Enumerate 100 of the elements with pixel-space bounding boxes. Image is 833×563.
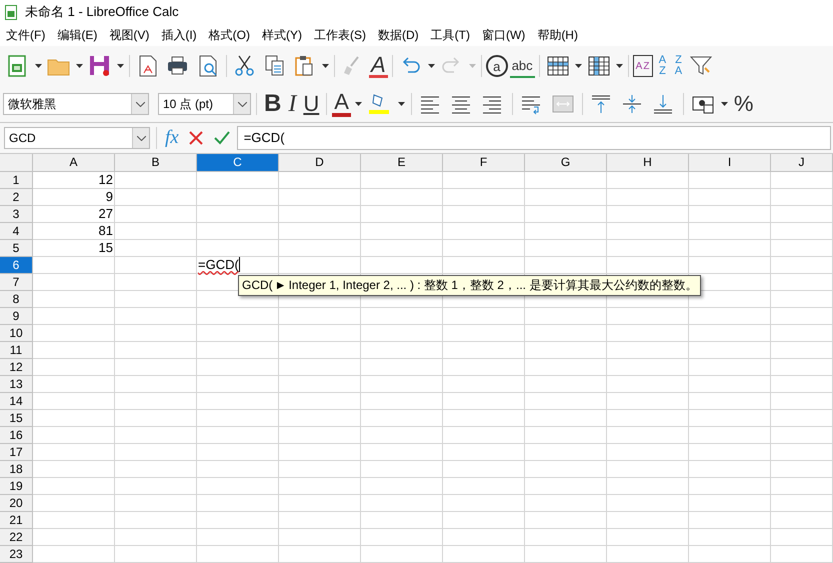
caret-icon[interactable] bbox=[117, 64, 124, 68]
table-cell[interactable] bbox=[33, 291, 115, 308]
font-size-box[interactable]: 10 点 (pt) bbox=[158, 93, 251, 115]
table-cell[interactable] bbox=[689, 427, 771, 444]
table-cell[interactable] bbox=[607, 172, 689, 189]
formula-input[interactable]: =GCD( bbox=[236, 126, 831, 150]
menu-item[interactable]: 帮助(H) bbox=[534, 24, 582, 46]
menu-item[interactable]: 格式(O) bbox=[206, 24, 254, 46]
table-cell[interactable] bbox=[607, 495, 689, 512]
table-cell[interactable] bbox=[361, 240, 443, 257]
table-cell[interactable] bbox=[115, 206, 197, 223]
table-cell[interactable] bbox=[689, 495, 771, 512]
table-cell[interactable] bbox=[689, 546, 771, 563]
row-header[interactable]: 23 bbox=[0, 546, 33, 563]
table-cell[interactable] bbox=[771, 325, 833, 342]
table-cell[interactable] bbox=[443, 546, 525, 563]
row-header[interactable]: 16 bbox=[0, 427, 33, 444]
table-cell[interactable] bbox=[33, 342, 115, 359]
highlighter-icon[interactable] bbox=[368, 92, 392, 116]
table-cell[interactable] bbox=[443, 223, 525, 240]
table-cell[interactable] bbox=[443, 427, 525, 444]
table-cell[interactable] bbox=[115, 529, 197, 546]
table-cell[interactable] bbox=[115, 223, 197, 240]
table-cell[interactable] bbox=[771, 376, 833, 393]
table-cell[interactable] bbox=[525, 342, 607, 359]
table-cell[interactable] bbox=[115, 325, 197, 342]
table-cell[interactable] bbox=[771, 274, 833, 291]
table-cell[interactable] bbox=[115, 172, 197, 189]
table-cell[interactable] bbox=[115, 308, 197, 325]
table-cell[interactable] bbox=[115, 546, 197, 563]
table-cell[interactable] bbox=[361, 512, 443, 529]
table-cell[interactable] bbox=[115, 427, 197, 444]
table-cell[interactable] bbox=[607, 342, 689, 359]
table-cell[interactable] bbox=[279, 325, 361, 342]
table-cell[interactable] bbox=[279, 376, 361, 393]
column-header[interactable]: E bbox=[361, 154, 443, 172]
chevron-down-icon[interactable] bbox=[136, 136, 146, 140]
table-cell[interactable] bbox=[689, 410, 771, 427]
table-cell[interactable] bbox=[361, 206, 443, 223]
table-cell[interactable] bbox=[771, 546, 833, 563]
row-header[interactable]: 4 bbox=[0, 223, 33, 240]
table-cell[interactable] bbox=[443, 189, 525, 206]
table-cell[interactable] bbox=[279, 512, 361, 529]
column-header[interactable]: G bbox=[525, 154, 607, 172]
table-cell[interactable] bbox=[443, 206, 525, 223]
table-cell[interactable] bbox=[33, 495, 115, 512]
menu-item[interactable]: 样式(Y) bbox=[258, 24, 306, 46]
table-cell[interactable] bbox=[279, 172, 361, 189]
table-cell[interactable] bbox=[33, 359, 115, 376]
font-name-box[interactable]: 微软雅黑 bbox=[3, 93, 149, 115]
accept-icon[interactable] bbox=[212, 129, 231, 147]
table-cell[interactable] bbox=[33, 376, 115, 393]
table-cell[interactable] bbox=[689, 257, 771, 274]
table-cell[interactable] bbox=[443, 240, 525, 257]
caret-icon[interactable] bbox=[574, 64, 582, 68]
menu-item[interactable]: 插入(I) bbox=[158, 24, 201, 46]
row-header[interactable]: 14 bbox=[0, 393, 33, 410]
table-cell[interactable] bbox=[115, 257, 197, 274]
table-cell[interactable] bbox=[443, 461, 525, 478]
table-cell[interactable] bbox=[197, 427, 279, 444]
table-cell[interactable] bbox=[443, 325, 525, 342]
caret-icon[interactable] bbox=[398, 102, 405, 106]
table-cell[interactable] bbox=[689, 240, 771, 257]
sort-button[interactable]: AZ bbox=[632, 55, 654, 77]
table-cell[interactable] bbox=[443, 444, 525, 461]
caret-icon[interactable] bbox=[322, 64, 329, 68]
table-cell[interactable] bbox=[525, 512, 607, 529]
table-cell[interactable] bbox=[197, 444, 279, 461]
table-cell[interactable] bbox=[771, 308, 833, 325]
table-cell[interactable] bbox=[197, 461, 279, 478]
table-cell[interactable] bbox=[361, 172, 443, 189]
table-cell[interactable] bbox=[33, 512, 115, 529]
table-cell[interactable] bbox=[607, 206, 689, 223]
table-cell[interactable] bbox=[33, 325, 115, 342]
table-cell[interactable] bbox=[361, 325, 443, 342]
caret-icon[interactable] bbox=[428, 64, 435, 68]
table-cell[interactable] bbox=[525, 393, 607, 410]
table-cell[interactable] bbox=[197, 529, 279, 546]
row-header[interactable]: 12 bbox=[0, 359, 33, 376]
table-cell[interactable] bbox=[361, 223, 443, 240]
table-cell[interactable] bbox=[443, 512, 525, 529]
row-header[interactable]: 18 bbox=[0, 461, 33, 478]
table-cell[interactable] bbox=[607, 325, 689, 342]
table-cell[interactable] bbox=[525, 461, 607, 478]
table-cell[interactable] bbox=[33, 529, 115, 546]
table-cell[interactable] bbox=[33, 546, 115, 563]
clear-formatting-button[interactable]: A bbox=[369, 54, 388, 78]
table-cell[interactable] bbox=[361, 495, 443, 512]
table-cell[interactable] bbox=[689, 172, 771, 189]
table-cell[interactable] bbox=[607, 444, 689, 461]
table-cell[interactable] bbox=[197, 240, 279, 257]
table-cell[interactable] bbox=[689, 308, 771, 325]
table-cell[interactable] bbox=[607, 478, 689, 495]
table-cell[interactable] bbox=[771, 189, 833, 206]
menu-item[interactable]: 窗口(W) bbox=[478, 24, 530, 46]
row-header[interactable]: 22 bbox=[0, 529, 33, 546]
table-cell[interactable] bbox=[689, 359, 771, 376]
table-cell[interactable] bbox=[197, 546, 279, 563]
active-cell[interactable]: =GCD( bbox=[197, 257, 279, 274]
table-cell[interactable] bbox=[361, 529, 443, 546]
